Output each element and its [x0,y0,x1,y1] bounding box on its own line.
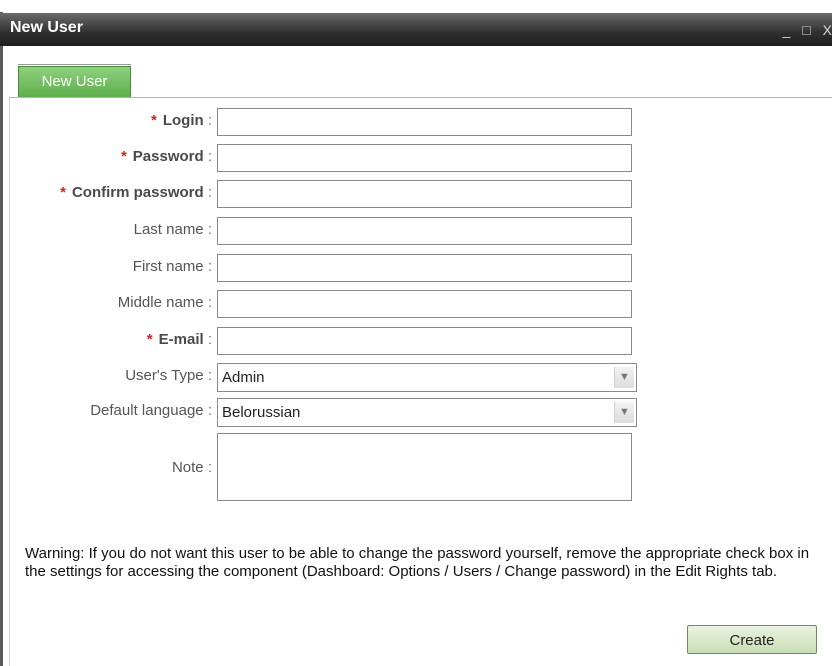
default-language-value: Belorussian [222,404,301,421]
required-icon: * [120,148,127,165]
middle-name-label: Middle name : [117,294,212,311]
user-type-label: User's Type : [125,367,212,384]
warning-text: Warning: If you do not want this user to… [25,545,810,580]
window-controls[interactable]: _ □ X [783,22,832,38]
window-title: New User [10,19,83,36]
first-name-row: First name : [0,254,832,282]
confirm-password-row: * Confirm password : [0,180,832,208]
middle-name-input[interactable] [217,290,632,318]
minimize-icon[interactable]: _ [783,22,795,38]
user-type-row: User's Type : Admin ▼ [0,363,832,392]
password-row: * Password : [0,144,832,172]
required-icon: * [150,112,157,129]
login-row: * Login : [0,108,832,136]
first-name-input[interactable] [217,254,632,282]
required-icon: * [146,331,153,348]
password-input[interactable] [217,144,632,172]
note-row: Note : [0,433,832,501]
last-name-label: Last name : [133,221,212,238]
password-label: * Password : [120,148,212,165]
required-icon: * [60,184,66,201]
default-language-row: Default language : Belorussian ▼ [0,398,832,427]
chevron-down-icon[interactable]: ▼ [614,367,634,388]
note-textarea[interactable] [217,433,632,501]
chevron-down-icon[interactable]: ▼ [614,402,634,423]
login-input[interactable] [217,108,632,136]
email-row: * E-mail : [0,327,832,355]
create-button[interactable]: Create [687,625,817,654]
last-name-row: Last name : [0,217,832,245]
tab-bar: New User [9,64,832,98]
login-label: * Login : [150,112,212,129]
background-window-strip [0,0,832,12]
user-type-select[interactable]: Admin ▼ [217,363,637,392]
window-titlebar[interactable]: New User _ □ X [0,13,832,46]
note-label: Note : [171,459,212,476]
tab-new-user[interactable]: New User [18,64,131,97]
maximize-icon[interactable]: □ [802,22,814,38]
default-language-label: Default language : [90,402,212,419]
email-label: * E-mail : [146,331,212,348]
email-input[interactable] [217,327,632,355]
confirm-password-label: * Confirm password : [60,184,212,201]
close-icon[interactable]: X [823,22,832,38]
user-type-value: Admin [222,369,265,386]
default-language-select[interactable]: Belorussian ▼ [217,398,637,427]
first-name-label: First name : [132,258,212,275]
last-name-input[interactable] [217,217,632,245]
middle-name-row: Middle name : [0,290,832,318]
confirm-password-input[interactable] [217,180,632,208]
